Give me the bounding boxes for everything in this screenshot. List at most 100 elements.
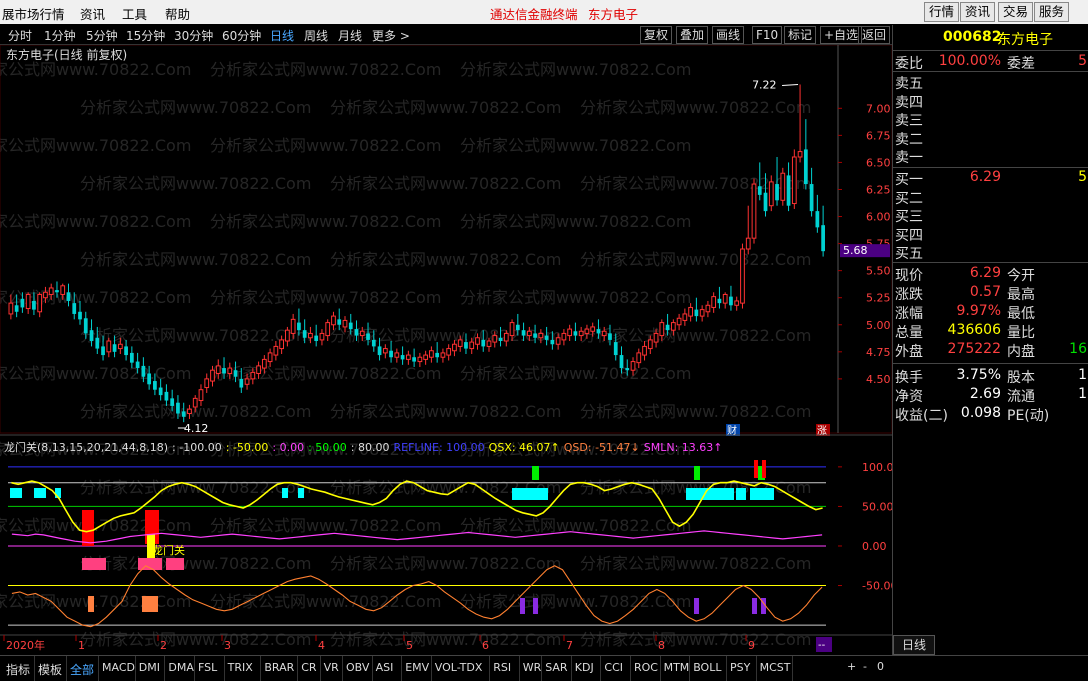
candle-body	[382, 348, 388, 354]
menu-item-news[interactable]: 资讯	[80, 4, 105, 23]
indicator-tab[interactable]: MTM	[664, 661, 690, 674]
indicator-name: 龙门关(8,13,15,20,21,44,8,18)	[4, 440, 168, 454]
candle-body	[250, 371, 256, 380]
indicator-tab[interactable]: KDJ	[575, 661, 594, 674]
candle-body	[429, 350, 434, 358]
indicator-tab[interactable]: RSI	[493, 661, 511, 674]
zoom-in-button[interactable]: +	[847, 660, 856, 673]
adjust-button[interactable]: 复权	[640, 26, 673, 44]
candle-body	[821, 225, 825, 252]
candle-body	[308, 332, 313, 339]
period-timeshare[interactable]: 分时	[8, 27, 32, 44]
indicator-legend-text: 龙门关(8,13,15,20,21,44,8,18): -100.00: -50…	[4, 440, 723, 454]
candle-body	[734, 300, 740, 306]
indicator-tab[interactable]: BRAR	[264, 661, 294, 674]
stat-label: 总量	[895, 325, 923, 341]
watermark-text: 分析家公式网www.70822.Com	[210, 516, 441, 535]
indicator-tab[interactable]: MACD	[102, 661, 135, 674]
indicator-tab[interactable]: VR	[324, 661, 339, 674]
indicator-tab[interactable]: OBV	[346, 661, 369, 674]
zoom-out-button[interactable]: -	[863, 660, 867, 673]
indicator-tab[interactable]: DMI	[139, 661, 160, 674]
period-daily[interactable]: 日线	[270, 27, 294, 44]
candle-body	[176, 402, 180, 414]
indicator-tab[interactable]: TRIX	[228, 661, 253, 674]
draw-line-button[interactable]: 画线	[712, 26, 745, 44]
candle-body	[285, 329, 290, 342]
menu-item-tools[interactable]: 工具	[122, 4, 147, 23]
tab-separator	[541, 656, 543, 681]
signal-bar	[520, 598, 525, 614]
period-30min[interactable]: 30分钟	[174, 27, 213, 44]
period-15min[interactable]: 15分钟	[126, 27, 165, 44]
watermark-layer: 分析家公式网www.70822.Com 分析家公式网www.70822.Com 分析…	[0, 60, 811, 649]
sell-row: 卖二	[893, 129, 1088, 148]
indicator-tab[interactable]: 模板	[38, 661, 62, 678]
stat-value: 0.098	[960, 405, 1001, 421]
buy-level-volume: 5	[1078, 169, 1087, 185]
menu-item-market[interactable]: 展市场行情	[2, 4, 65, 23]
candle-body	[446, 348, 452, 356]
indicator-value: : -50.00	[226, 441, 269, 454]
indicator-tab[interactable]: DMA	[168, 661, 194, 674]
sell-level-label: 卖四	[895, 94, 923, 111]
indicator-tab[interactable]: VOL-TDX	[435, 661, 483, 674]
f10-button[interactable]: F10	[752, 26, 783, 44]
time-tick-label: 9	[748, 639, 755, 652]
stat-value: 2.69	[969, 386, 1001, 402]
candle-body	[573, 331, 578, 336]
tab-separator	[260, 656, 262, 681]
watermark-text: 分析家公式网www.70822.Com	[330, 326, 561, 345]
back-button[interactable]: 返回	[858, 26, 891, 44]
period-more[interactable]: 更多 >	[372, 27, 410, 44]
indicator-tab[interactable]: CCI	[604, 661, 623, 674]
sell-row: 卖一	[893, 147, 1088, 166]
candle-body	[544, 335, 549, 340]
overlay-button[interactable]: 叠加	[676, 26, 709, 44]
stat-label-2: 量比	[1007, 325, 1035, 341]
indicator-tab[interactable]: ROC	[634, 661, 658, 674]
period-1min[interactable]: 1分钟	[44, 27, 76, 44]
indicator-tab[interactable]: WR	[523, 661, 542, 674]
mark-button[interactable]: 标记	[784, 26, 817, 44]
menu-item-help[interactable]: 帮助	[165, 4, 190, 23]
indicator-tab[interactable]: MCST	[760, 661, 791, 674]
period-button[interactable]: 日线	[893, 635, 935, 655]
trade-button[interactable]: 交易	[998, 2, 1034, 22]
indicator-tab[interactable]: CR	[301, 661, 316, 674]
signal-bar	[752, 598, 757, 614]
indicator-tab[interactable]: SAR	[545, 661, 567, 674]
candle-body	[630, 361, 636, 371]
zoom-reset-button[interactable]: 0	[877, 660, 884, 673]
news-button[interactable]: 资讯	[960, 2, 996, 22]
watermark-text: 分析家公式网www.70822.Com	[80, 554, 311, 573]
candle-body	[464, 342, 468, 349]
candle-body	[187, 408, 192, 415]
time-tick-label: 2	[160, 639, 167, 652]
indicator-tab[interactable]: EMV	[405, 661, 429, 674]
candle-body	[717, 298, 722, 304]
indicator-tab[interactable]: 全部	[70, 661, 94, 678]
indicator-tab[interactable]: PSY	[730, 661, 750, 674]
candle-body	[78, 311, 82, 320]
period-5min[interactable]: 5分钟	[86, 27, 118, 44]
high-arrow	[782, 83, 799, 86]
indicator-tab[interactable]: BOLL	[693, 661, 721, 674]
period-monthly[interactable]: 月线	[338, 27, 362, 44]
candle-body	[705, 304, 711, 313]
candle-body	[158, 387, 163, 396]
stat-value: 6.29	[969, 265, 1001, 281]
add-watchlist-button[interactable]: +自选	[820, 26, 863, 44]
candle-body	[222, 368, 226, 374]
kline-chart[interactable]: 分析家公式网www.70822.Com 分析家公式网www.70822.Com 分析…	[0, 45, 892, 655]
indicator-tab[interactable]: 指标	[6, 661, 30, 678]
period-weekly[interactable]: 周线	[304, 27, 328, 44]
indicator-tab[interactable]: ASI	[376, 661, 394, 674]
candle-body	[642, 345, 647, 356]
indicator-title: 龙门关(8,13,15,20,21,44,8,18): -100.00: -50…	[4, 440, 723, 454]
service-button[interactable]: 服务	[1034, 2, 1070, 22]
period-60min[interactable]: 60分钟	[222, 27, 261, 44]
indicator-tab[interactable]: FSL	[198, 661, 217, 674]
market-button[interactable]: 行情	[924, 2, 960, 22]
buy-row: 买五	[893, 243, 1088, 262]
